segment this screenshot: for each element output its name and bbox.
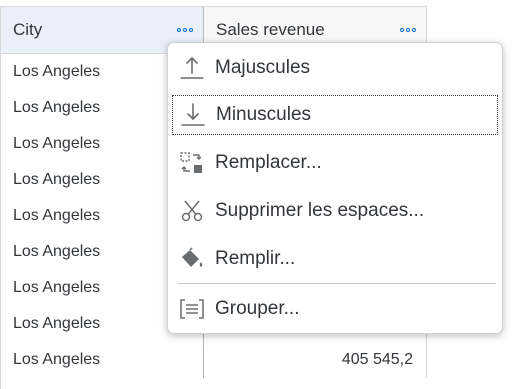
replace-icon xyxy=(171,143,213,183)
menu-item-label: Supprimer les espaces... xyxy=(215,200,425,221)
menu-item-label: Minuscules xyxy=(216,104,312,125)
group-icon xyxy=(171,289,213,329)
menu-item-fill[interactable]: Remplir... xyxy=(172,239,498,279)
menu-item-label: Majuscules xyxy=(215,57,311,78)
scissors-icon xyxy=(171,191,213,231)
paint-bucket-icon xyxy=(171,239,213,279)
table-row[interactable]: Los Angeles 405 545,2 xyxy=(1,342,427,378)
menu-item-label: Grouper... xyxy=(215,298,300,319)
menu-item-uppercase[interactable]: Majuscules xyxy=(172,48,498,88)
menu-item-remove-spaces[interactable]: Supprimer les espaces... xyxy=(172,191,498,231)
menu-item-label: Remplacer... xyxy=(215,152,322,173)
column-menu-icon[interactable] xyxy=(400,28,416,32)
cell-city[interactable]: Los Angeles xyxy=(1,342,204,378)
menu-item-lowercase[interactable]: Minuscules xyxy=(172,95,498,135)
menu-item-label: Remplir... xyxy=(215,248,296,269)
column-menu-icon[interactable] xyxy=(177,28,193,32)
menu-separator xyxy=(178,283,496,284)
uppercase-icon xyxy=(171,48,213,88)
menu-item-replace[interactable]: Remplacer... xyxy=(172,143,498,183)
menu-item-group[interactable]: Grouper... xyxy=(172,289,498,329)
transform-context-menu: Majuscules Minuscules Remplacer... Suppr… xyxy=(167,42,503,334)
cell-sales-revenue[interactable]: 405 545,2 xyxy=(204,342,427,378)
lowercase-icon xyxy=(172,95,214,135)
column-header-label: Sales revenue xyxy=(216,20,325,39)
column-header-label: City xyxy=(13,20,43,39)
